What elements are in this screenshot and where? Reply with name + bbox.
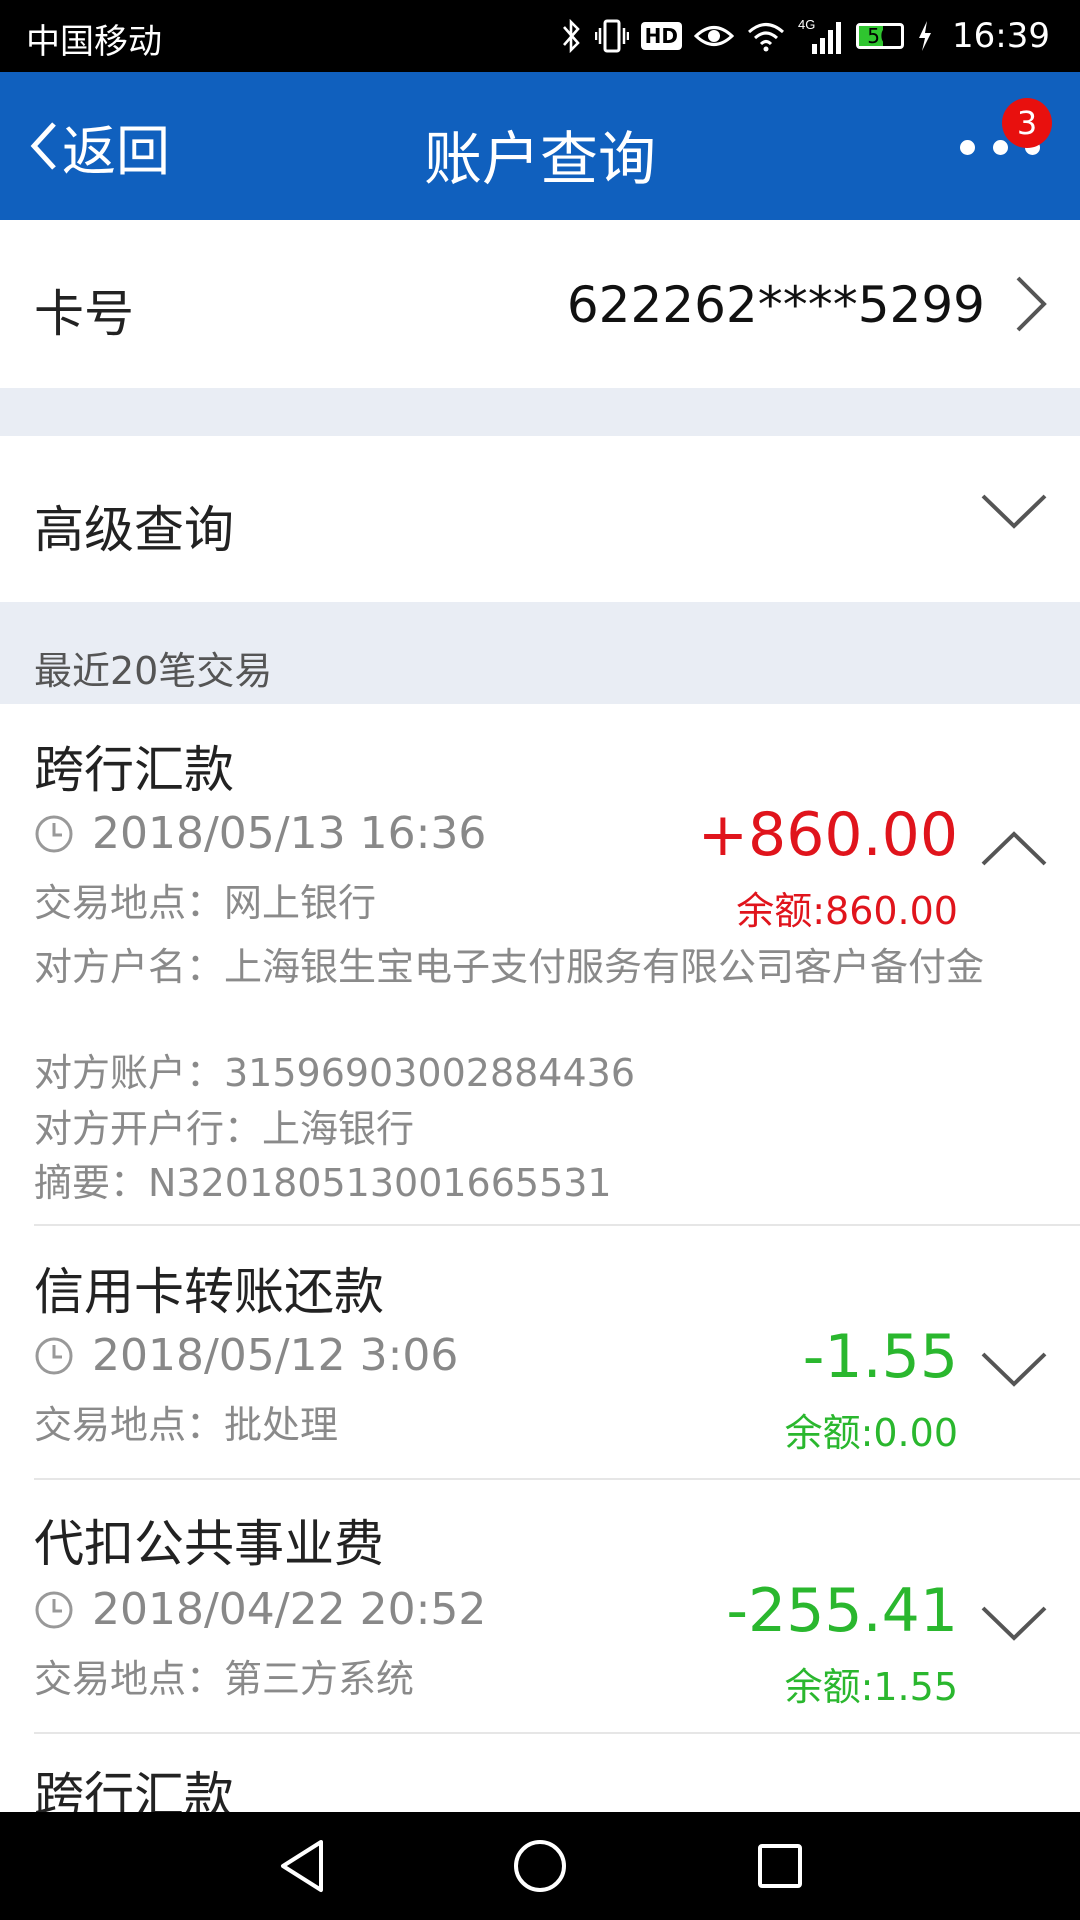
recent-transactions-header: 最近20笔交易 <box>0 602 1080 704</box>
transaction-time-text: 2018/05/12 3:06 <box>92 1330 459 1381</box>
chevron-down-icon[interactable] <box>980 1350 1048 1390</box>
clock-icon <box>35 1337 73 1374</box>
app-root: 中国移动 HD 4G 56 16:39 返回 账户查询 3 卡号 622262*… <box>0 0 1080 1920</box>
status-icons: HD 4G 56 16:39 <box>561 0 1050 72</box>
more-dots-icon-2 <box>992 139 1008 155</box>
card-number: 622262****5299 <box>566 276 985 334</box>
chevron-down-icon[interactable] <box>980 1604 1048 1644</box>
nav-bar: 返回 账户查询 3 <box>0 72 1080 220</box>
more-dots-icon <box>960 139 975 155</box>
transaction-title: 代扣公共事业费 <box>34 1515 384 1573</box>
eye-icon <box>694 0 735 72</box>
card-number-row[interactable]: 卡号 622262****5299 <box>0 220 1080 388</box>
advanced-query-label: 高级查询 <box>34 501 234 559</box>
signal-4g-icon: 4G <box>798 0 844 72</box>
section-separator <box>0 388 1080 436</box>
recent-transactions-label: 最近20笔交易 <box>34 649 273 693</box>
transaction-title: 跨行汇款 <box>34 1767 234 1812</box>
transaction-location: 交易地点：网上银行 <box>34 881 377 925</box>
svg-text:4G: 4G <box>798 17 815 32</box>
triangle-back-icon <box>281 1840 323 1892</box>
advanced-query-row[interactable]: 高级查询 <box>0 436 1080 602</box>
transaction-title: 信用卡转账还款 <box>34 1263 384 1321</box>
transaction-item[interactable]: 信用卡转账还款 2018/05/12 3:06 -1.55 余额:0.00 交易… <box>0 1226 1080 1480</box>
transaction-memo: 摘要：N320180513001665531 <box>34 1161 612 1205</box>
back-nav-button[interactable] <box>270 1834 334 1898</box>
status-time: 16:39 <box>952 16 1050 56</box>
clock-icon <box>35 1591 73 1628</box>
transaction-amount: +860.00 <box>697 800 958 870</box>
transaction-location: 交易地点：第三方系统 <box>34 1657 415 1701</box>
bluetooth-icon <box>561 0 583 72</box>
transaction-item[interactable]: 跨行汇款 <box>0 1734 1080 1812</box>
vibrate-icon <box>594 0 629 72</box>
transaction-time-text: 2018/05/13 16:36 <box>92 808 487 859</box>
counterparty-account: 对方账户：31596903002884436 <box>34 1051 636 1095</box>
transaction-balance: 余额:0.00 <box>784 1411 958 1455</box>
square-recents-icon <box>758 1844 802 1888</box>
transaction-location: 交易地点：批处理 <box>34 1403 339 1447</box>
transaction-amount: -255.41 <box>726 1576 958 1646</box>
card-label: 卡号 <box>34 285 134 343</box>
transaction-amount: -1.55 <box>802 1322 958 1392</box>
clock-icon <box>35 815 73 852</box>
battery-icon: 56 <box>856 0 905 72</box>
home-nav-button[interactable] <box>508 1834 572 1898</box>
carrier-name: 中国移动 <box>26 22 162 62</box>
notification-badge: 3 <box>1002 98 1052 148</box>
transaction-title: 跨行汇款 <box>34 741 234 799</box>
chevron-down-icon <box>981 494 1047 529</box>
hd-icon: HD <box>640 0 683 72</box>
transaction-item[interactable]: 跨行汇款 2018/05/13 16:36 +860.00 余额:860.00 … <box>0 704 1080 1226</box>
transaction-time: 2018/04/22 20:52 <box>34 1584 486 1635</box>
chevron-up-icon[interactable] <box>980 828 1048 868</box>
transaction-balance: 余额:860.00 <box>736 889 958 933</box>
transaction-item[interactable]: 代扣公共事业费 2018/04/22 20:52 -255.41 余额:1.55… <box>0 1480 1080 1734</box>
charging-icon <box>916 0 934 72</box>
status-bar: 中国移动 HD 4G 56 16:39 <box>0 0 1080 72</box>
circle-home-icon <box>514 1840 566 1892</box>
wifi-icon <box>746 0 786 72</box>
chevron-right-icon <box>1016 276 1047 332</box>
counterparty-bank: 对方开户行：上海银行 <box>34 1107 415 1151</box>
page-title: 账户查询 <box>423 125 656 193</box>
transaction-time-text: 2018/04/22 20:52 <box>92 1584 487 1635</box>
recents-nav-button[interactable] <box>748 1834 812 1898</box>
counterparty-name: 对方户名：上海银生宝电子支付服务有限公司客户备付金 <box>34 945 985 989</box>
transaction-time: 2018/05/12 3:06 <box>34 1330 458 1381</box>
transaction-list: 跨行汇款 2018/05/13 16:36 +860.00 余额:860.00 … <box>0 704 1080 1812</box>
transaction-balance: 余额:1.55 <box>784 1665 958 1709</box>
system-nav-bar <box>0 1812 1080 1920</box>
transaction-time: 2018/05/13 16:36 <box>34 808 486 859</box>
